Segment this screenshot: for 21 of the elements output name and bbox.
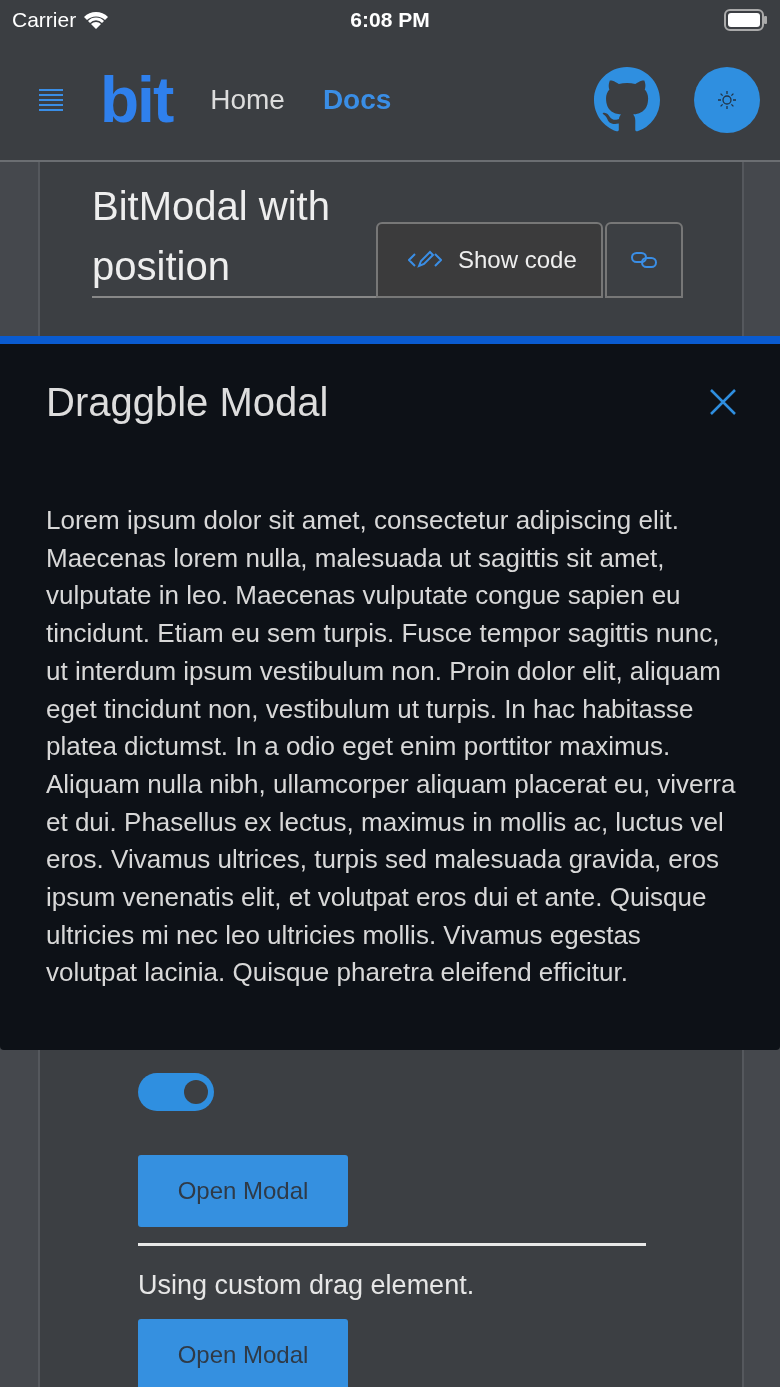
clock-time: 6:08 PM — [350, 8, 430, 32]
battery-icon — [724, 9, 768, 31]
carrier-label: Carrier — [12, 8, 77, 32]
link-button[interactable] — [604, 222, 683, 298]
modal-title[interactable]: Draggble Modal — [46, 379, 329, 425]
nav-link[interactable]: Home — [210, 84, 285, 116]
menu-icon[interactable] — [38, 88, 64, 112]
link-icon — [629, 251, 658, 269]
github-icon[interactable] — [594, 67, 660, 133]
wifi-icon — [82, 10, 111, 30]
logo[interactable]: bit — [100, 68, 173, 132]
toggle-switch[interactable] — [138, 1073, 214, 1111]
show-code-button[interactable]: Show code — [376, 222, 603, 298]
sun-icon — [717, 90, 737, 110]
open-modal-button[interactable]: Open Modal — [138, 1155, 348, 1227]
open-modal-button[interactable]: Open Modal — [138, 1319, 348, 1387]
modal-body-text: Lorem ipsum dolor sit amet, consectetur adipiscing elit. Maecenas lorem nulla, malesuada ut sagittis sit amet, vulputate in leo. Maecenas vulputate congue sapien eu tincidunt. Etiam eu sem turpis. Fusce tempor sagittis nunc, ut interdum ipsum vestibulum non. Proin dolor elit, aliquam eget tincidunt non, vestibulum ut turpis. In hac habitasse platea dictumst. In a odio eget enim porttitor maximus. Aliquam nulla nibh, ullamcorper aliquam placerat eu, viverra et dui. Phasellus ex lectus, maximus in mollis ac, luctus vel eros. Vivamus ultrices, turpis sed malesuada gravida, eros ipsum venenatis elit, et volutpat eros dui et ante. Quisque ultricies mi nec leo ultricies mollis. Vivamus egestas volutpat lacinia. Quisque pharetra eleifend efficitur. — [46, 504, 736, 990]
code-icon — [408, 250, 442, 270]
close-icon[interactable] — [708, 387, 738, 417]
nav-link[interactable]: Docs — [322, 84, 392, 116]
description-text: Using custom drag element. — [138, 1270, 476, 1301]
